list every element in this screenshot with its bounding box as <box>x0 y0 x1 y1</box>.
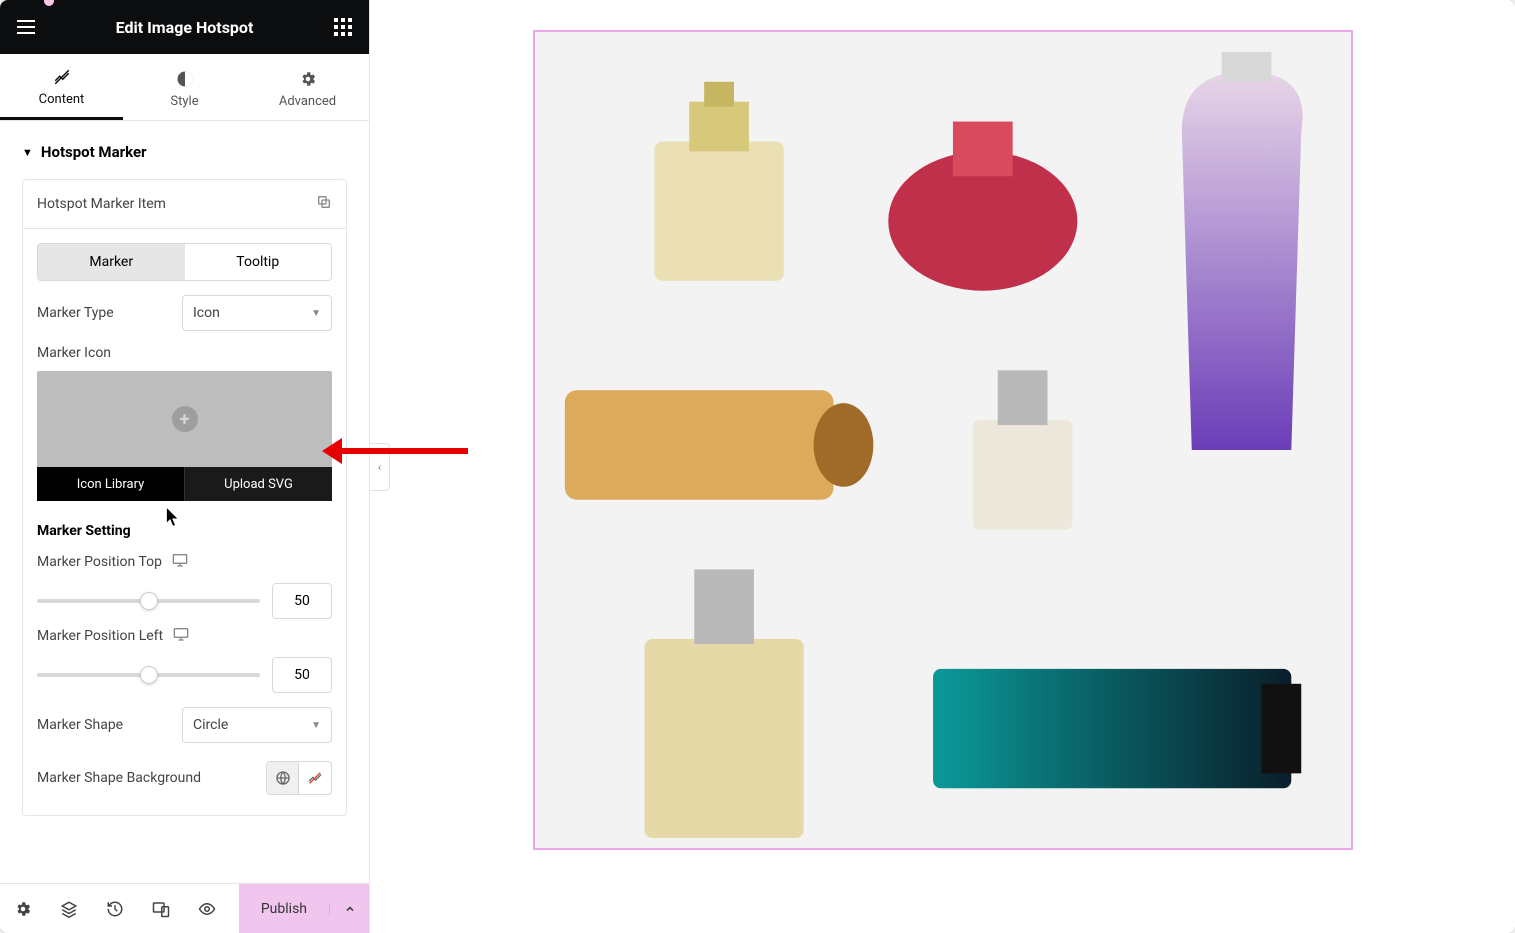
tab-style[interactable]: Style <box>123 54 246 120</box>
navigator-icon[interactable] <box>46 900 92 918</box>
menu-icon[interactable] <box>16 17 36 37</box>
editor-panel: Edit Image Hotspot Content Style Advance… <box>0 0 370 933</box>
hotspot-image[interactable] <box>533 30 1353 850</box>
marker-type-value: Icon <box>193 305 220 321</box>
tab-advanced[interactable]: Advanced <box>246 54 369 120</box>
plus-icon: + <box>172 406 198 432</box>
marker-pos-left-slider[interactable] <box>37 673 260 677</box>
tab-marker[interactable]: Marker <box>38 244 185 280</box>
marker-pos-top-slider[interactable] <box>37 599 260 603</box>
caret-down-icon: ▼ <box>22 146 33 159</box>
marker-icon-label: Marker Icon <box>23 331 346 361</box>
chevron-down-icon: ▼ <box>311 720 321 731</box>
marker-shape-bg-label: Marker Shape Background <box>37 770 201 786</box>
publish-options-button[interactable] <box>329 903 369 915</box>
panel-header: Edit Image Hotspot <box>0 0 369 54</box>
marker-pos-left-input[interactable] <box>272 657 332 693</box>
upload-svg-button[interactable]: Upload SVG <box>185 467 332 501</box>
main-tabs: Content Style Advanced <box>0 54 369 121</box>
marker-pos-top-label: Marker Position Top <box>37 554 162 570</box>
desktop-icon[interactable] <box>173 627 189 645</box>
panel-footer: Publish <box>0 883 369 933</box>
marker-shape-value: Circle <box>193 717 228 733</box>
settings-icon[interactable] <box>0 900 46 918</box>
preview-canvas <box>370 0 1515 933</box>
desktop-icon[interactable] <box>172 553 188 571</box>
publish-button[interactable]: Publish <box>239 901 329 917</box>
marker-type-label: Marker Type <box>37 305 114 321</box>
marker-pos-top-input[interactable] <box>272 583 332 619</box>
section-hotspot-marker[interactable]: ▼ Hotspot Marker <box>12 121 357 179</box>
section-title: Hotspot Marker <box>41 143 147 161</box>
widgets-grid-icon[interactable] <box>333 17 353 37</box>
item-title: Hotspot Marker Item <box>37 196 166 212</box>
history-icon[interactable] <box>92 900 138 918</box>
preview-icon[interactable] <box>184 900 230 918</box>
panel-title: Edit Image Hotspot <box>36 18 333 37</box>
marker-tooltip-tabs: Marker Tooltip <box>37 243 332 281</box>
tab-content-label: Content <box>39 92 85 107</box>
tab-style-label: Style <box>170 94 198 109</box>
copy-icon[interactable] <box>316 194 332 214</box>
marker-setting-heading: Marker Setting <box>23 501 346 545</box>
bg-type-none[interactable] <box>299 762 331 794</box>
tab-advanced-label: Advanced <box>279 94 336 109</box>
collapse-panel-button[interactable]: ‹ <box>370 443 390 491</box>
chevron-down-icon: ▼ <box>311 308 321 319</box>
marker-type-select[interactable]: Icon ▼ <box>182 295 332 331</box>
responsive-icon[interactable] <box>138 900 184 918</box>
marker-icon-preview[interactable]: + <box>37 371 332 467</box>
icon-library-button[interactable]: Icon Library <box>37 467 185 501</box>
tab-tooltip[interactable]: Tooltip <box>185 244 332 280</box>
notification-dot-icon <box>44 0 54 6</box>
hotspot-marker-item: Hotspot Marker Item Marker Tooltip Marke… <box>22 179 347 816</box>
marker-shape-select[interactable]: Circle ▼ <box>182 707 332 743</box>
bg-type-classic[interactable] <box>267 762 299 794</box>
marker-pos-left-label: Marker Position Left <box>37 628 163 644</box>
panel-body: ▼ Hotspot Marker Hotspot Marker Item Mar… <box>0 121 369 883</box>
preview-image-illustration <box>535 32 1351 848</box>
marker-shape-label: Marker Shape <box>37 717 123 733</box>
tab-content[interactable]: Content <box>0 54 123 120</box>
